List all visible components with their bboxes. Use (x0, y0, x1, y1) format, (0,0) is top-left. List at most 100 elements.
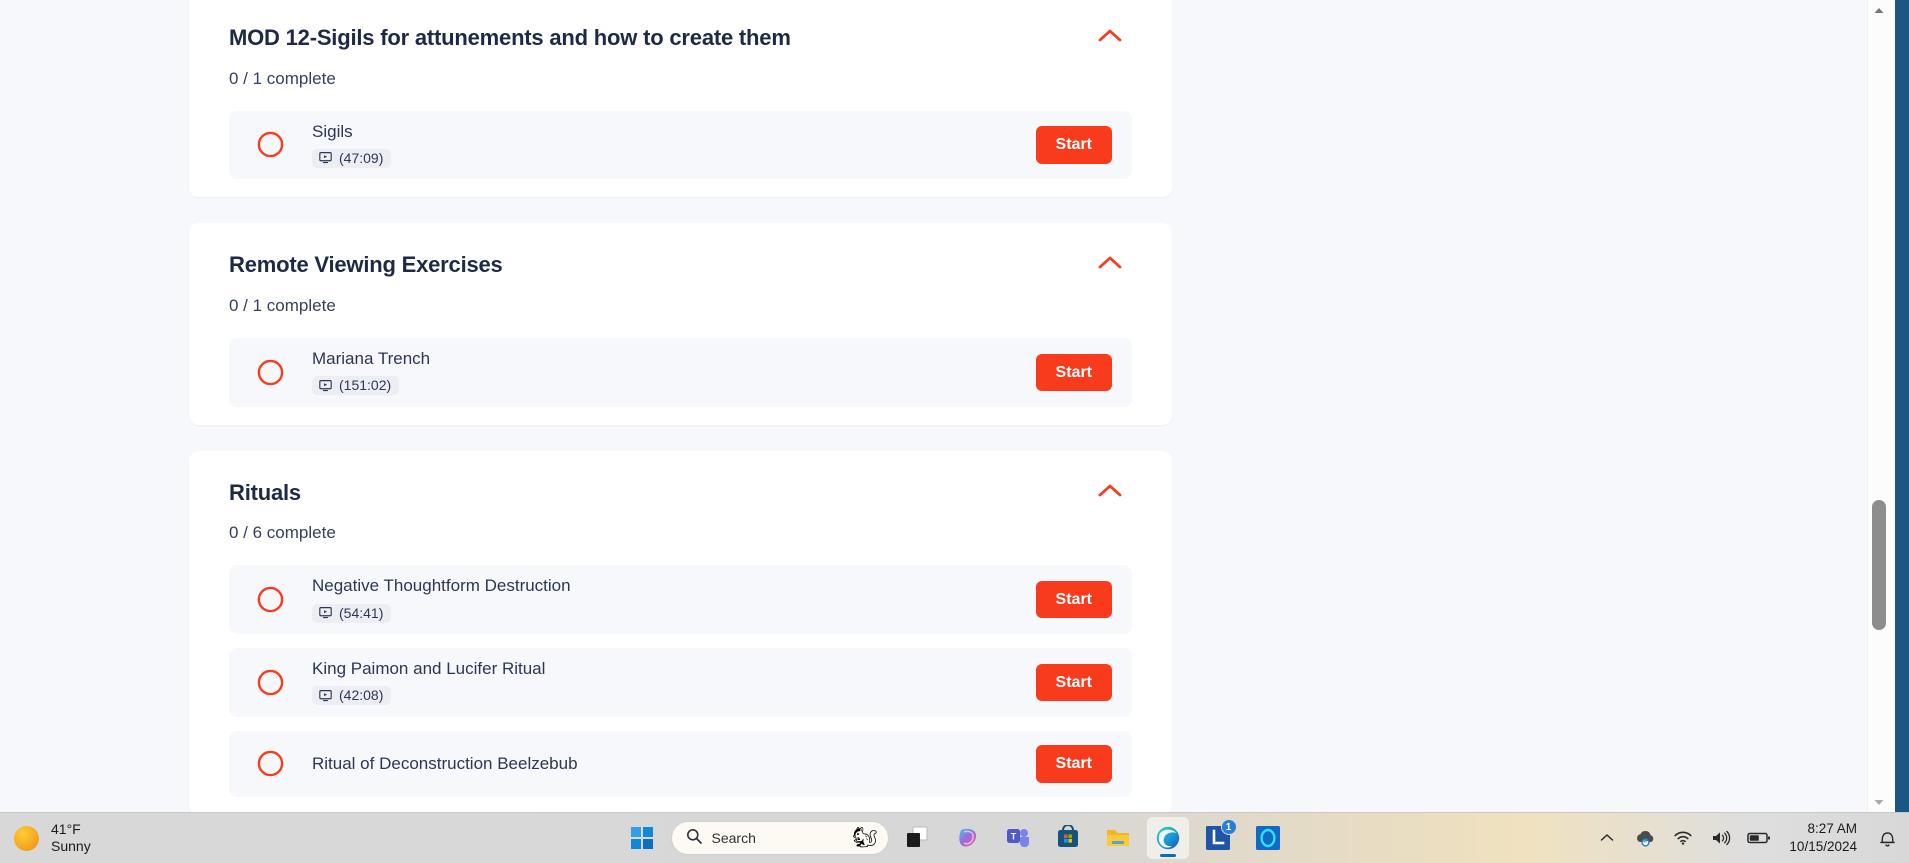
lesson-title: Sigils (312, 121, 353, 141)
section-collapse-toggle[interactable] (1092, 245, 1128, 281)
teams-button[interactable]: T (997, 817, 1039, 859)
app-circle-button[interactable] (1247, 817, 1289, 859)
video-screen-icon (319, 606, 332, 619)
app-l-button[interactable]: 1 (1197, 817, 1239, 859)
caret-down-icon (1874, 799, 1884, 805)
network-button[interactable] (1671, 826, 1695, 850)
lesson-details: Sigils (47:09) (312, 121, 1018, 170)
list-item[interactable]: King Paimon and Lucifer Ritual (42:08) S… (229, 648, 1132, 717)
lesson-duration-badge: (151:02) (312, 376, 400, 396)
section-progress: 0 / 1 complete (229, 68, 336, 88)
scrollbar-thumb[interactable] (1872, 500, 1886, 630)
section-header: Rituals 0 / 6 complete (189, 451, 1172, 544)
section-collapse-toggle[interactable] (1092, 18, 1128, 54)
folder-icon (1106, 830, 1129, 846)
start-button[interactable]: Start (1035, 126, 1112, 164)
edge-icon (1156, 826, 1179, 850)
scroll-down-button[interactable] (1868, 792, 1890, 812)
copilot-icon (958, 828, 976, 847)
list-item[interactable]: Sigils (47:09) Start (229, 110, 1132, 180)
lesson-title: King Paimon and Lucifer Ritual (312, 659, 546, 679)
microsoft-store-button[interactable] (1047, 817, 1089, 859)
store-icon (1057, 825, 1078, 847)
file-explorer-button[interactable] (1097, 817, 1139, 859)
browser-viewport: MOD 12-Sigils for attunements and how to… (0, 0, 1909, 812)
section-collapse-toggle[interactable] (1092, 473, 1128, 509)
circle-incomplete-icon[interactable] (257, 359, 284, 386)
lesson-duration-badge: (54:41) (312, 603, 392, 623)
taskbar-weather-widget[interactable]: 41°F Sunny (0, 821, 200, 856)
squirrel-icon: 🐿 (852, 827, 878, 849)
caret-up-icon (1874, 7, 1884, 13)
section-progress: 0 / 1 complete (229, 295, 336, 315)
onedrive-button[interactable] (1633, 826, 1657, 850)
lesson-duration: (42:08) (339, 687, 384, 704)
circle-incomplete-icon[interactable] (257, 131, 284, 158)
course-sections-list: MOD 12-Sigils for attunements and how to… (189, 0, 1172, 812)
lesson-details: Negative Thoughtform Destruction (54:41) (312, 575, 1018, 624)
start-button[interactable]: Start (1035, 744, 1112, 783)
circle-incomplete-icon[interactable] (257, 669, 284, 696)
lesson-title: Ritual of Deconstruction Beelzebub (312, 754, 578, 774)
lesson-duration: (54:41) (339, 604, 384, 621)
search-input[interactable]: Search 🐿 (670, 821, 889, 855)
start-button[interactable]: Start (1035, 663, 1112, 702)
chevron-up-icon (1098, 256, 1122, 269)
speaker-icon (1713, 830, 1731, 846)
taskbar-center-group: Search 🐿 T 1 (621, 817, 1289, 859)
wifi-icon (1674, 831, 1693, 845)
chevron-up-icon (1098, 484, 1122, 497)
window-border (1889, 0, 1909, 812)
lesson-details: Mariana Trench (151:02) (312, 348, 1018, 397)
windows-taskbar: 41°F Sunny Search 🐿 T 1 8:27 AM 10/15/20… (0, 812, 1909, 863)
section-header: MOD 12-Sigils for attunements and how to… (189, 0, 1172, 89)
notifications-button[interactable] (1875, 826, 1899, 850)
video-screen-icon (319, 151, 332, 164)
list-item[interactable]: Negative Thoughtform Destruction (54:41) (229, 565, 1132, 635)
search-icon (686, 828, 702, 849)
lesson-duration: (47:09) (339, 149, 384, 166)
battery-icon (1747, 832, 1771, 844)
system-tray: 8:27 AM 10/15/2024 (1595, 820, 1899, 855)
weather-condition: Sunny (51, 838, 91, 854)
lesson-details: Ritual of Deconstruction Beelzebub (312, 753, 1018, 774)
lesson-list: Mariana Trench (151:02) Start (189, 337, 1172, 407)
section-card: Remote Viewing Exercises 0 / 1 complete (189, 223, 1172, 425)
task-view-button[interactable] (897, 817, 939, 859)
clock-time: 8:27 AM (1807, 821, 1857, 837)
section-title: Remote Viewing Exercises (229, 252, 503, 278)
scroll-up-button[interactable] (1868, 0, 1890, 20)
volume-button[interactable] (1709, 826, 1733, 850)
section-header: Remote Viewing Exercises 0 / 1 complete (189, 223, 1172, 316)
battery-button[interactable] (1747, 826, 1771, 850)
page-scrollbar[interactable] (1867, 0, 1889, 812)
lesson-list: Negative Thoughtform Destruction (54:41) (189, 565, 1172, 797)
lesson-duration: (151:02) (339, 377, 392, 394)
lesson-title: Mariana Trench (312, 348, 431, 368)
section-progress: 0 / 6 complete (229, 523, 336, 543)
copilot-button[interactable] (947, 817, 989, 859)
circle-incomplete-icon[interactable] (257, 750, 284, 777)
weather-temperature: 41°F (51, 820, 81, 837)
windows-start-icon (630, 827, 653, 849)
circle-incomplete-icon[interactable] (257, 586, 284, 613)
lesson-duration-badge: (47:09) (312, 148, 392, 168)
sun-icon (14, 825, 39, 851)
lesson-duration-badge: (42:08) (312, 686, 392, 706)
lesson-details: King Paimon and Lucifer Ritual (42:08) (312, 658, 1018, 707)
lesson-list: Sigils (47:09) Start (189, 110, 1172, 180)
section-title: MOD 12-Sigils for attunements and how to… (229, 25, 791, 50)
bell-icon (1879, 831, 1895, 846)
show-hidden-icons-button[interactable] (1595, 826, 1619, 850)
start-button[interactable] (621, 817, 663, 859)
list-item[interactable]: Ritual of Deconstruction Beelzebub Start (229, 730, 1132, 797)
edge-button[interactable] (1146, 817, 1189, 859)
taskbar-clock[interactable]: 8:27 AM 10/15/2024 (1785, 820, 1861, 855)
search-placeholder: Search (711, 830, 756, 846)
start-button[interactable]: Start (1035, 580, 1112, 619)
cloud-sync-icon (1637, 830, 1654, 847)
section-card: MOD 12-Sigils for attunements and how to… (189, 0, 1172, 198)
chevron-up-icon (1601, 834, 1614, 841)
list-item[interactable]: Mariana Trench (151:02) Start (229, 337, 1132, 407)
start-button[interactable]: Start (1035, 353, 1112, 392)
